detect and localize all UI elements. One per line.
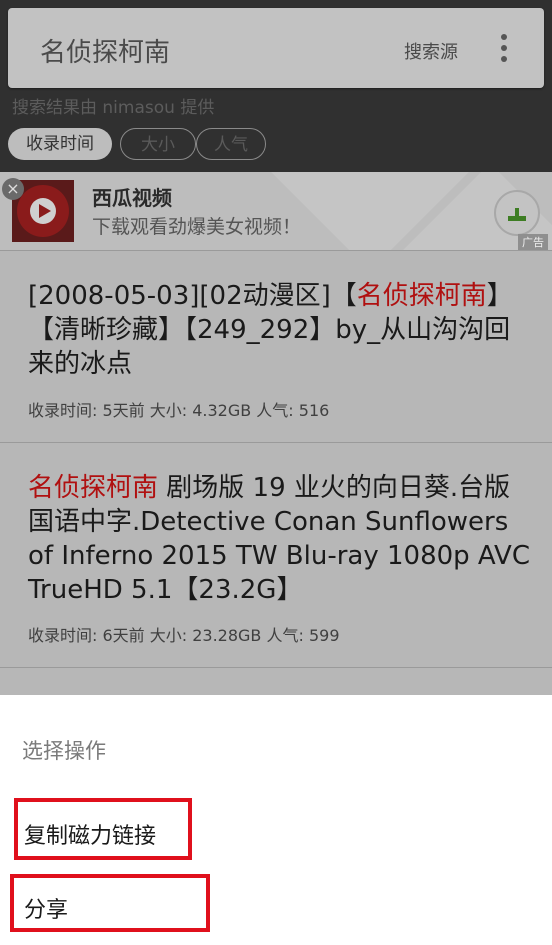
sort-chip-size[interactable]: 大小 <box>120 128 196 160</box>
action-sheet-title: 选择操作 <box>22 739 106 763</box>
result-meta: 收录时间: 6天前 大小: 23.28GB 人气: 599 <box>28 626 340 645</box>
result-title: 名侦探柯南 剧场版 19 业火的向日葵.台版国语中字.Detective Con… <box>28 473 530 605</box>
result-title-highlight: 名侦探柯南 <box>356 281 487 311</box>
copy-magnet-link-option[interactable]: 复制磁力链接 <box>14 798 192 860</box>
result-title-highlight: 名侦探柯南 <box>28 473 159 503</box>
provider-text: 搜索结果由 nimasou 提供 <box>12 98 215 118</box>
ad-banner[interactable]: 西瓜视频 下载观看劲爆美女视频！ 广告 <box>0 172 552 250</box>
sort-chip-popularity[interactable]: 人气 <box>196 128 266 160</box>
action-sheet: 选择操作 复制磁力链接 分享 <box>0 695 552 945</box>
sort-chip-time[interactable]: 收录时间 <box>8 128 112 160</box>
ad-tag: 广告 <box>518 234 548 250</box>
ad-description: 下载观看劲爆美女视频！ <box>92 216 302 238</box>
result-item[interactable]: 名侦探柯南 剧场版 19 业火的向日葵.台版国语中字.Detective Con… <box>0 443 552 667</box>
search-source-button[interactable]: 搜索源 <box>404 38 458 64</box>
result-meta: 收录时间: 5天前 大小: 4.32GB 人气: 516 <box>28 401 330 420</box>
result-item[interactable]: [2008-05-03][02动漫区]【名侦探柯南】【清晰珍藏】【249_292… <box>0 251 552 442</box>
more-vert-icon[interactable] <box>498 34 510 66</box>
result-title: [2008-05-03][02动漫区]【名侦探柯南】【清晰珍藏】【249_292… <box>28 281 513 379</box>
download-icon[interactable] <box>494 190 540 236</box>
ad-title: 西瓜视频 <box>92 186 172 210</box>
close-icon[interactable]: × <box>2 178 24 200</box>
share-option[interactable]: 分享 <box>10 874 210 932</box>
search-query[interactable]: 名侦探柯南 <box>40 32 170 69</box>
result-item[interactable] <box>0 668 552 695</box>
search-header: 名侦探柯南 搜索源 搜索结果由 nimasou 提供 收录时间 大小 人气 <box>0 0 552 172</box>
search-box[interactable]: 名侦探柯南 搜索源 <box>8 8 544 88</box>
